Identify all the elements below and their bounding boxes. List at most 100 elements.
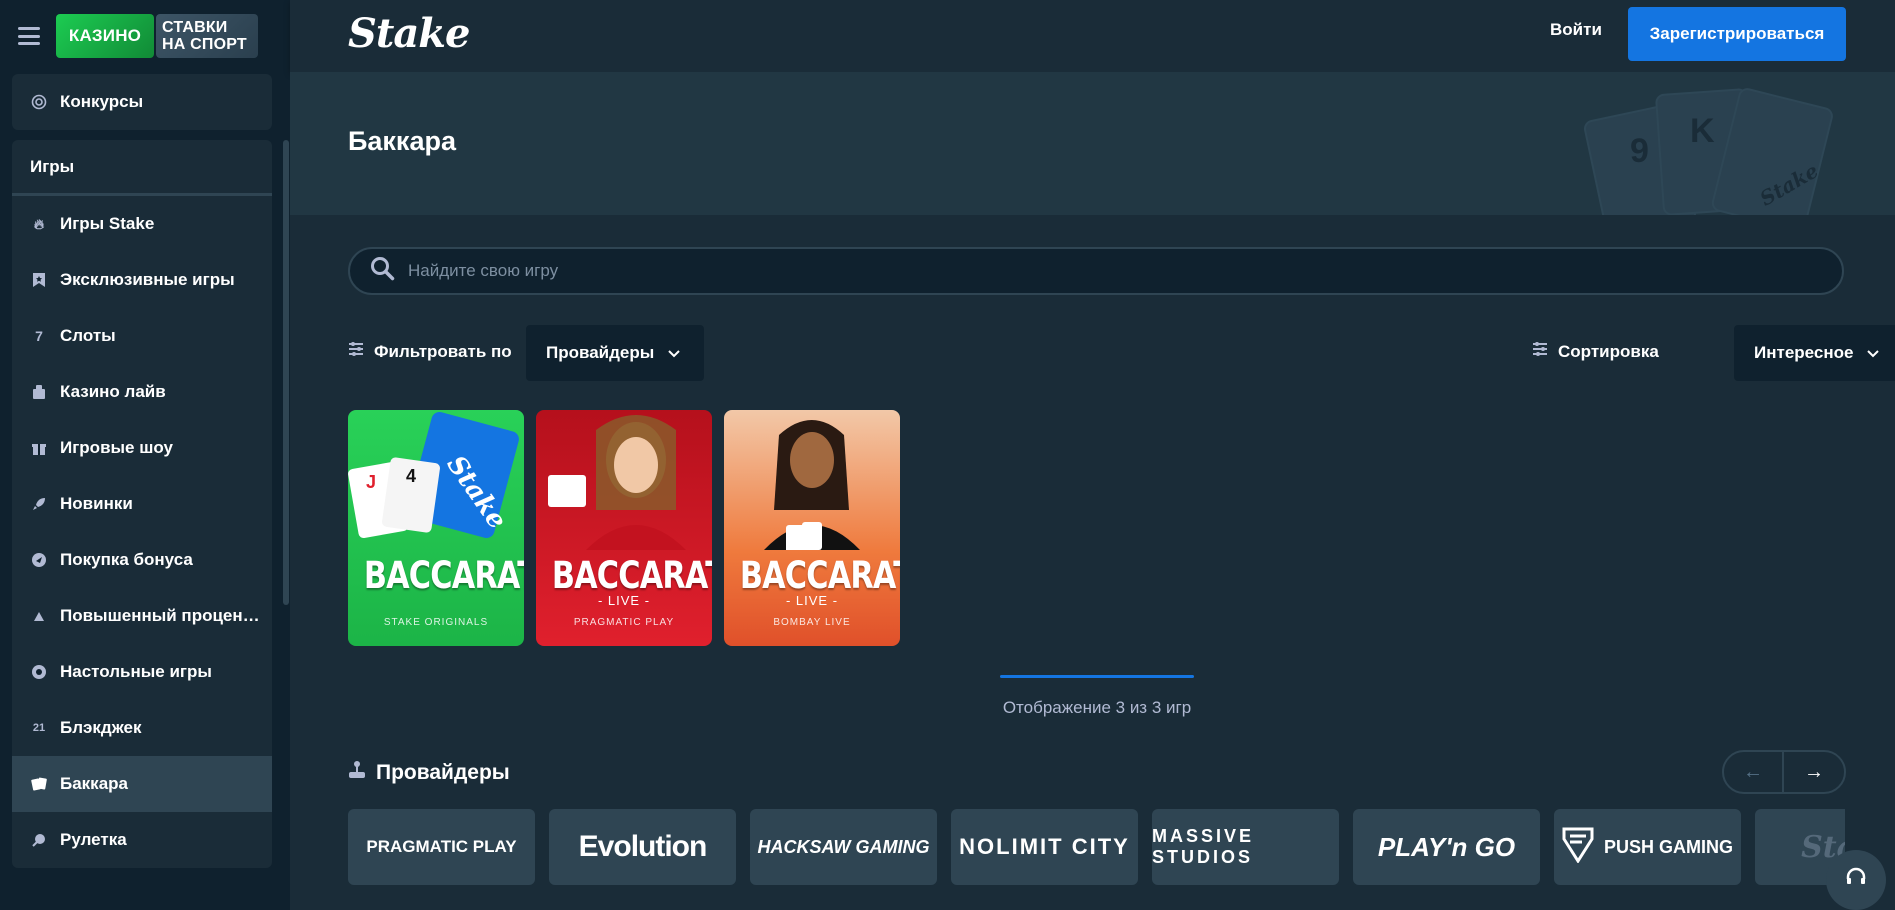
filter-row: Фильтровать по Провайдеры Сортировка Инт… xyxy=(348,325,1895,381)
filter-label-text: Фильтровать по xyxy=(374,341,512,361)
provider-pragmatic-play[interactable]: PRAGMATIC PLAY xyxy=(348,809,535,885)
providers-heading-text: Провайдеры xyxy=(376,761,510,784)
tab-sport[interactable]: СТАВКИ НА СПОРТ xyxy=(156,14,258,58)
providers-nav: ← → xyxy=(1722,750,1846,794)
sliders-icon xyxy=(1532,341,1548,362)
game-card-baccarat-pragmatic[interactable]: BACCARAT - LIVE - PRAGMATIC PLAY xyxy=(536,410,712,646)
game-provider: PRAGMATIC PLAY xyxy=(573,617,675,628)
bonus-icon xyxy=(30,551,48,569)
provider-massive-studios[interactable]: MASSIVE STUDIOS xyxy=(1152,809,1339,885)
provider-play-n-go[interactable]: PLAY'n GO xyxy=(1353,809,1540,885)
game-art-dealer xyxy=(764,420,860,550)
sidebar-section-title[interactable]: Игры xyxy=(12,140,272,196)
search-bar[interactable] xyxy=(348,247,1844,295)
games-grid: Stake J 4 BACCARAT STAKE ORIGINALS BACCA… xyxy=(348,410,900,646)
menu-icon[interactable] xyxy=(18,27,40,45)
chevron-down-icon xyxy=(668,343,680,363)
search-input[interactable] xyxy=(408,261,1808,281)
prev-arrow-button[interactable]: ← xyxy=(1724,752,1784,792)
sidebar-card-games: Игры 🔥︎ Игры Stake Эксклюзивные игры 7 С… xyxy=(12,140,272,868)
sidebar-item-label: Конкурсы xyxy=(60,92,144,111)
game-title: BACCARAT xyxy=(551,554,712,597)
provider-name: PRAGMATIC PLAY xyxy=(366,837,517,856)
blackjack-icon: 21 xyxy=(32,722,46,734)
sidebar-item-label: Слоты xyxy=(60,326,116,345)
top-header: Stake Войти Зарегистрироваться xyxy=(290,0,1895,72)
sidebar-item-baccarat[interactable]: Баккара xyxy=(12,756,272,812)
sidebar-item-roulette[interactable]: Рулетка xyxy=(12,812,272,868)
login-button[interactable]: Войти xyxy=(1550,20,1602,40)
sidebar-item-label: Игры Stake xyxy=(60,214,155,233)
sort-dropdown-label: Интересное xyxy=(1754,343,1854,362)
sidebar-item-label: Игровые шоу xyxy=(60,438,173,457)
gift-icon xyxy=(30,439,48,457)
support-chat-button[interactable] xyxy=(1826,850,1886,910)
deco-card-9: 9 xyxy=(1630,132,1649,170)
providers-dropdown[interactable]: Провайдеры xyxy=(526,325,704,381)
provider-evolution[interactable]: Evolution xyxy=(549,809,736,885)
game-card-baccarat-stake[interactable]: Stake J 4 BACCARAT STAKE ORIGINALS xyxy=(348,410,524,646)
tab-casino[interactable]: КАЗИНО xyxy=(56,14,154,58)
provider-push-gaming[interactable]: PUSH GAMING xyxy=(1554,809,1741,885)
game-provider: STAKE ORIGINALS xyxy=(383,617,489,628)
target-icon xyxy=(30,93,48,111)
game-title: BACCARAT xyxy=(363,554,524,597)
rtp-icon xyxy=(30,607,48,625)
fire-icon: 🔥︎ xyxy=(33,215,45,232)
sidebar-item-enhanced-rtp[interactable]: Повышенный процен… xyxy=(12,588,272,644)
sidebar-item-contests[interactable]: Конкурсы xyxy=(12,74,272,130)
headset-icon xyxy=(1845,866,1867,894)
sidebar-scrollbar[interactable] xyxy=(283,140,289,605)
providers-heading: Провайдеры xyxy=(348,761,510,785)
sort-dropdown[interactable]: Интересное xyxy=(1734,325,1895,381)
register-button[interactable]: Зарегистрироваться xyxy=(1628,7,1846,61)
game-art-cards: Stake J 4 xyxy=(348,412,519,539)
game-subtitle: - LIVE - xyxy=(785,593,839,608)
sidebar-item-stake-games[interactable]: 🔥︎ Игры Stake xyxy=(12,196,272,252)
stake-logo[interactable]: Stake xyxy=(348,10,470,57)
svg-text:J: J xyxy=(366,472,376,492)
sidebar-item-slots[interactable]: 7 Слоты xyxy=(12,308,272,364)
sidebar-item-new[interactable]: Новинки xyxy=(12,476,272,532)
results-progress-bar xyxy=(1000,675,1194,678)
providers-dropdown-label: Провайдеры xyxy=(546,343,655,362)
game-subtitle: - LIVE - xyxy=(597,593,651,608)
game-card-baccarat-bombay[interactable]: BACCARAT - LIVE - BOMBAY LIVE xyxy=(724,410,900,646)
filter-label: Фильтровать по xyxy=(348,341,512,362)
tab-sport-label: СТАВКИ НА СПОРТ xyxy=(162,19,247,53)
sidebar-item-exclusive[interactable]: Эксклюзивные игры xyxy=(12,252,272,308)
sidebar-item-label: Эксклюзивные игры xyxy=(60,270,235,289)
product-tabs: КАЗИНО СТАВКИ НА СПОРТ xyxy=(56,14,258,58)
cards-illustration: 9 K Stake xyxy=(1583,88,1833,215)
rocket-icon xyxy=(30,495,48,513)
sidebar-item-label: Настольные игры xyxy=(60,662,212,681)
deco-card-k: K xyxy=(1690,112,1715,150)
chevron-down-icon xyxy=(1867,343,1880,363)
provider-name: Evolution xyxy=(578,830,708,863)
provider-name: MASSIVE STUDIOS xyxy=(1152,826,1255,867)
sidebar-item-blackjack[interactable]: 21 Блэкджек xyxy=(12,700,272,756)
sidebar-item-game-shows[interactable]: Игровые шоу xyxy=(12,420,272,476)
search-icon xyxy=(370,256,396,287)
sidebar-top: КАЗИНО СТАВКИ НА СПОРТ xyxy=(0,0,290,72)
results-count: Отображение 3 из 3 игр xyxy=(1002,698,1192,717)
sidebar-item-label: Покупка бонуса xyxy=(60,550,193,569)
sort-label-text: Сортировка xyxy=(1558,341,1659,361)
sidebar-item-live-casino[interactable]: Казино лайв xyxy=(12,364,272,420)
bookmark-star-icon xyxy=(30,271,48,289)
sidebar-item-label: Баккара xyxy=(60,774,128,793)
provider-nolimit-city[interactable]: NOLIMIT CITY xyxy=(951,809,1138,885)
page-title: Баккара xyxy=(348,126,456,156)
sidebar-item-bonus-buy[interactable]: Покупка бонуса xyxy=(12,532,272,588)
provider-name: PUSH GAMING xyxy=(1603,836,1733,857)
chip-icon xyxy=(30,663,48,681)
sidebar-item-table-games[interactable]: Настольные игры xyxy=(12,644,272,700)
dealer-icon xyxy=(30,383,48,401)
progress-fill xyxy=(1000,675,1194,678)
provider-hacksaw[interactable]: HACKSAW GAMING xyxy=(750,809,937,885)
game-provider: BOMBAY LIVE xyxy=(773,617,851,628)
sliders-icon xyxy=(348,341,364,362)
sidebar-nav: Конкурсы Игры 🔥︎ Игры Stake Эксклюзивные… xyxy=(12,72,272,868)
providers-carousel: PRAGMATIC PLAY Evolution HACKSAW GAMING … xyxy=(348,809,1845,885)
next-arrow-button[interactable]: → xyxy=(1784,752,1844,792)
